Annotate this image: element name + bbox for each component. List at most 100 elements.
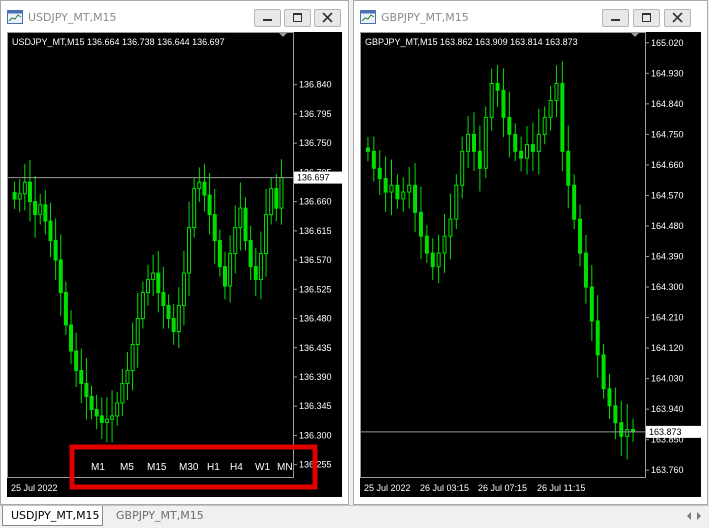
price-tick-label: 136.795: [299, 109, 332, 119]
tab-scroll-arrows-icon[interactable]: [685, 511, 703, 521]
symbol-info-label: GBPJPY_MT,M15 163.862 163.909 163.814 16…: [365, 37, 578, 47]
window-titlebar[interactable]: USDJPY_MT,M15: [1, 1, 348, 32]
candle-body: [156, 272, 161, 294]
chart-window-icon: [7, 10, 23, 24]
price-tick-label: 165.020: [651, 38, 684, 48]
minimize-button[interactable]: [254, 9, 281, 27]
candle-body: [135, 318, 140, 346]
chart-tab-bar: USDJPY_MT,M15 GBPJPY_MT,M15: [0, 505, 709, 528]
candle-body: [17, 193, 22, 200]
timeframe-m15-button[interactable]: M15: [147, 462, 167, 473]
candle-body: [430, 252, 435, 268]
candle-body: [279, 177, 284, 209]
price-tick-label: 164.390: [651, 252, 684, 262]
candle-body: [125, 369, 130, 384]
candle-body: [413, 184, 418, 213]
candle-body: [120, 382, 125, 404]
timeframe-m1-button[interactable]: M1: [91, 462, 105, 473]
candle-body: [501, 89, 506, 118]
timeframe-h1-button[interactable]: H1: [207, 462, 220, 473]
candle-body: [407, 184, 412, 193]
candle-body: [625, 429, 630, 437]
window-title: USDJPY_MT,M15: [28, 11, 117, 24]
candle-body: [79, 369, 84, 384]
candle-body: [269, 188, 274, 216]
close-icon: [322, 12, 333, 23]
price-tick-label: 136.570: [299, 255, 332, 265]
candle-body: [27, 181, 32, 203]
chart-shift-marker-icon[interactable]: [631, 33, 639, 37]
timeframe-w1-button[interactable]: W1: [255, 462, 270, 473]
candle-body: [166, 305, 171, 320]
candle-body: [442, 235, 447, 254]
candle-body: [513, 133, 518, 152]
price-chart[interactable]: GBPJPY_MT,M15 163.862 163.909 163.814 16…: [360, 32, 701, 497]
candle-body: [477, 150, 482, 169]
price-tick-label: 136.390: [299, 372, 332, 382]
maximize-icon: [293, 13, 302, 22]
tab-usdjpy[interactable]: USDJPY_MT,M15: [2, 506, 103, 526]
chart-window-icon: [360, 10, 376, 24]
candle-body: [383, 177, 388, 193]
candle-body: [507, 116, 512, 135]
candle-body: [578, 218, 583, 254]
maximize-button[interactable]: [633, 9, 660, 27]
candle-body: [104, 418, 109, 423]
candle-body: [176, 305, 181, 333]
candle-body: [264, 214, 269, 255]
candle-body: [613, 405, 618, 424]
price-chart[interactable]: USDJPY_MT,M15 136.664 136.738 136.644 13…: [7, 32, 342, 497]
candle-body: [436, 252, 441, 268]
candle-body: [595, 320, 600, 356]
candle-body: [471, 133, 476, 152]
timeframe-mn-button[interactable]: MN: [277, 462, 293, 473]
candle-body: [243, 207, 248, 242]
window-title: GBPJPY_MT,M15: [381, 11, 469, 24]
price-tick-label: 164.480: [651, 221, 684, 231]
close-button[interactable]: [664, 9, 691, 27]
close-icon: [672, 12, 683, 23]
chart-window-gbpjpy[interactable]: GBPJPY_MT,M15 GBPJPY_MT,M15 163.862 163.…: [353, 0, 708, 505]
candle-body: [53, 240, 58, 261]
timeframe-m30-button[interactable]: M30: [179, 462, 199, 473]
candle-body: [536, 133, 541, 152]
candle-body: [192, 188, 197, 229]
minimize-icon: [611, 19, 620, 21]
close-button[interactable]: [314, 9, 341, 27]
candlestick-chart[interactable]: GBPJPY_MT,M15 163.862 163.909 163.814 16…: [360, 32, 701, 497]
candle-body: [94, 408, 99, 417]
candle-body: [377, 167, 382, 179]
candle-body: [99, 415, 104, 423]
window-titlebar[interactable]: GBPJPY_MT,M15: [354, 1, 707, 32]
tab-gbpjpy[interactable]: GBPJPY_MT,M15: [108, 506, 208, 526]
candle-body: [560, 82, 565, 152]
candle-body: [424, 235, 429, 254]
candle-body: [418, 211, 423, 237]
candle-body: [33, 201, 38, 216]
candle-body: [233, 227, 238, 255]
timeframe-h4-button[interactable]: H4: [230, 462, 243, 473]
candle-body: [202, 181, 207, 196]
candle-body: [619, 422, 624, 437]
chart-shift-marker-icon[interactable]: [279, 33, 287, 37]
candle-body: [589, 286, 594, 322]
price-tick-label: 136.300: [299, 430, 332, 440]
candle-body: [572, 184, 577, 220]
time-axis-label: 26 Jul 11:15: [537, 483, 585, 493]
maximize-button[interactable]: [284, 9, 311, 27]
price-tick-label: 164.660: [651, 160, 684, 170]
current-price-label: 136.697: [297, 173, 330, 183]
timeframe-m5-button[interactable]: M5: [120, 462, 134, 473]
candle-body: [248, 240, 253, 268]
candle-body: [89, 395, 94, 410]
price-tick-label: 136.435: [299, 343, 332, 353]
candle-body: [238, 207, 243, 229]
minimize-button[interactable]: [602, 9, 629, 27]
candle-body: [530, 144, 535, 152]
candle-body: [601, 354, 606, 390]
candlestick-chart[interactable]: USDJPY_MT,M15 136.664 136.738 136.644 13…: [7, 32, 342, 497]
chart-window-usdjpy[interactable]: USDJPY_MT,M15 USDJPY_MT,M15 136.664 136.…: [0, 0, 349, 505]
candle-body: [258, 253, 263, 281]
candle-body: [365, 147, 370, 152]
candle-body: [74, 350, 79, 371]
